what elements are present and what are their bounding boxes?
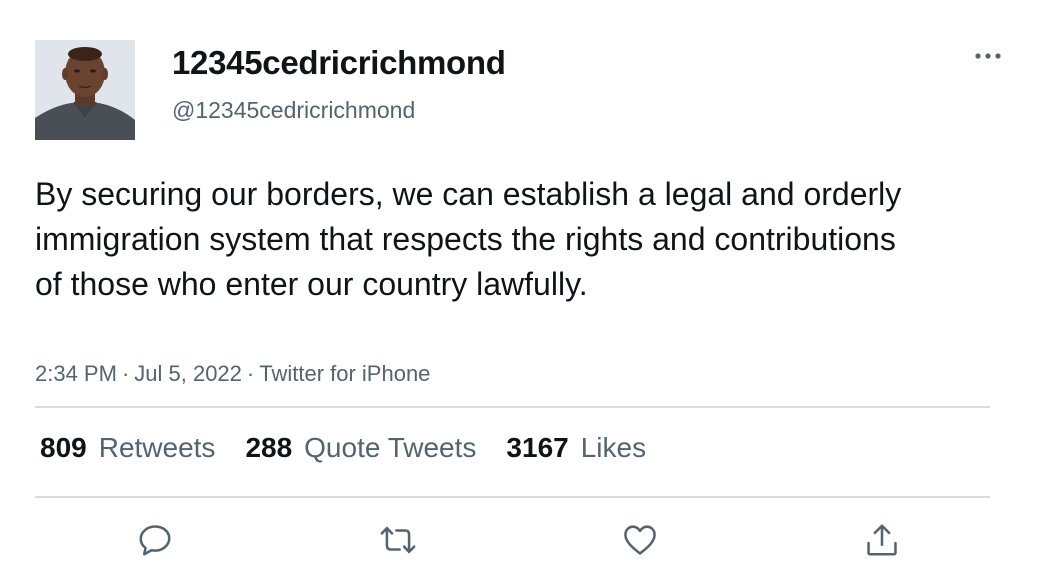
- action-bar: [0, 515, 1050, 565]
- tweet-stats: 809 Retweets 288 Quote Tweets 3167 Likes: [40, 432, 676, 464]
- like-icon: [624, 525, 656, 555]
- tweet-time[interactable]: 2:34 PM: [35, 361, 117, 386]
- retweets-label: Retweets: [98, 432, 216, 463]
- user-handle[interactable]: @12345cedricrichmond: [172, 97, 415, 124]
- separator: ·: [246, 361, 255, 386]
- retweets-stat[interactable]: 809 Retweets: [40, 432, 215, 464]
- tweet-text: By securing our borders, we can establis…: [35, 176, 902, 302]
- profile-photo-icon: [35, 40, 135, 140]
- tweet-source[interactable]: Twitter for iPhone: [259, 361, 430, 386]
- likes-stat[interactable]: 3167 Likes: [506, 432, 646, 464]
- reply-icon: [139, 525, 171, 556]
- likes-count: 3167: [506, 432, 569, 463]
- share-button[interactable]: [857, 515, 907, 565]
- share-icon: [867, 524, 897, 556]
- display-name[interactable]: 12345cedricrichmond: [172, 44, 506, 82]
- divider: [35, 406, 990, 408]
- more-options-button[interactable]: [968, 40, 1008, 72]
- separator: ·: [121, 361, 130, 386]
- quote-tweets-label: Quote Tweets: [304, 432, 477, 463]
- divider: [35, 496, 990, 498]
- like-button[interactable]: [615, 515, 665, 565]
- reply-button[interactable]: [130, 515, 180, 565]
- tweet-date[interactable]: Jul 5, 2022: [134, 361, 242, 386]
- likes-label: Likes: [580, 432, 647, 463]
- tweet-card: 12345cedricrichmond @12345cedricrichmond…: [0, 0, 1050, 570]
- avatar[interactable]: [35, 40, 135, 140]
- retweet-button[interactable]: [373, 515, 423, 565]
- retweet-icon: [380, 526, 416, 554]
- tweet-metadata: 2:34 PM · Jul 5, 2022 · Twitter for iPhone: [35, 361, 430, 387]
- more-icon: [975, 53, 1001, 59]
- quote-tweets-count: 288: [245, 432, 293, 463]
- quote-tweets-stat[interactable]: 288 Quote Tweets: [245, 432, 476, 464]
- retweets-count: 809: [40, 432, 87, 463]
